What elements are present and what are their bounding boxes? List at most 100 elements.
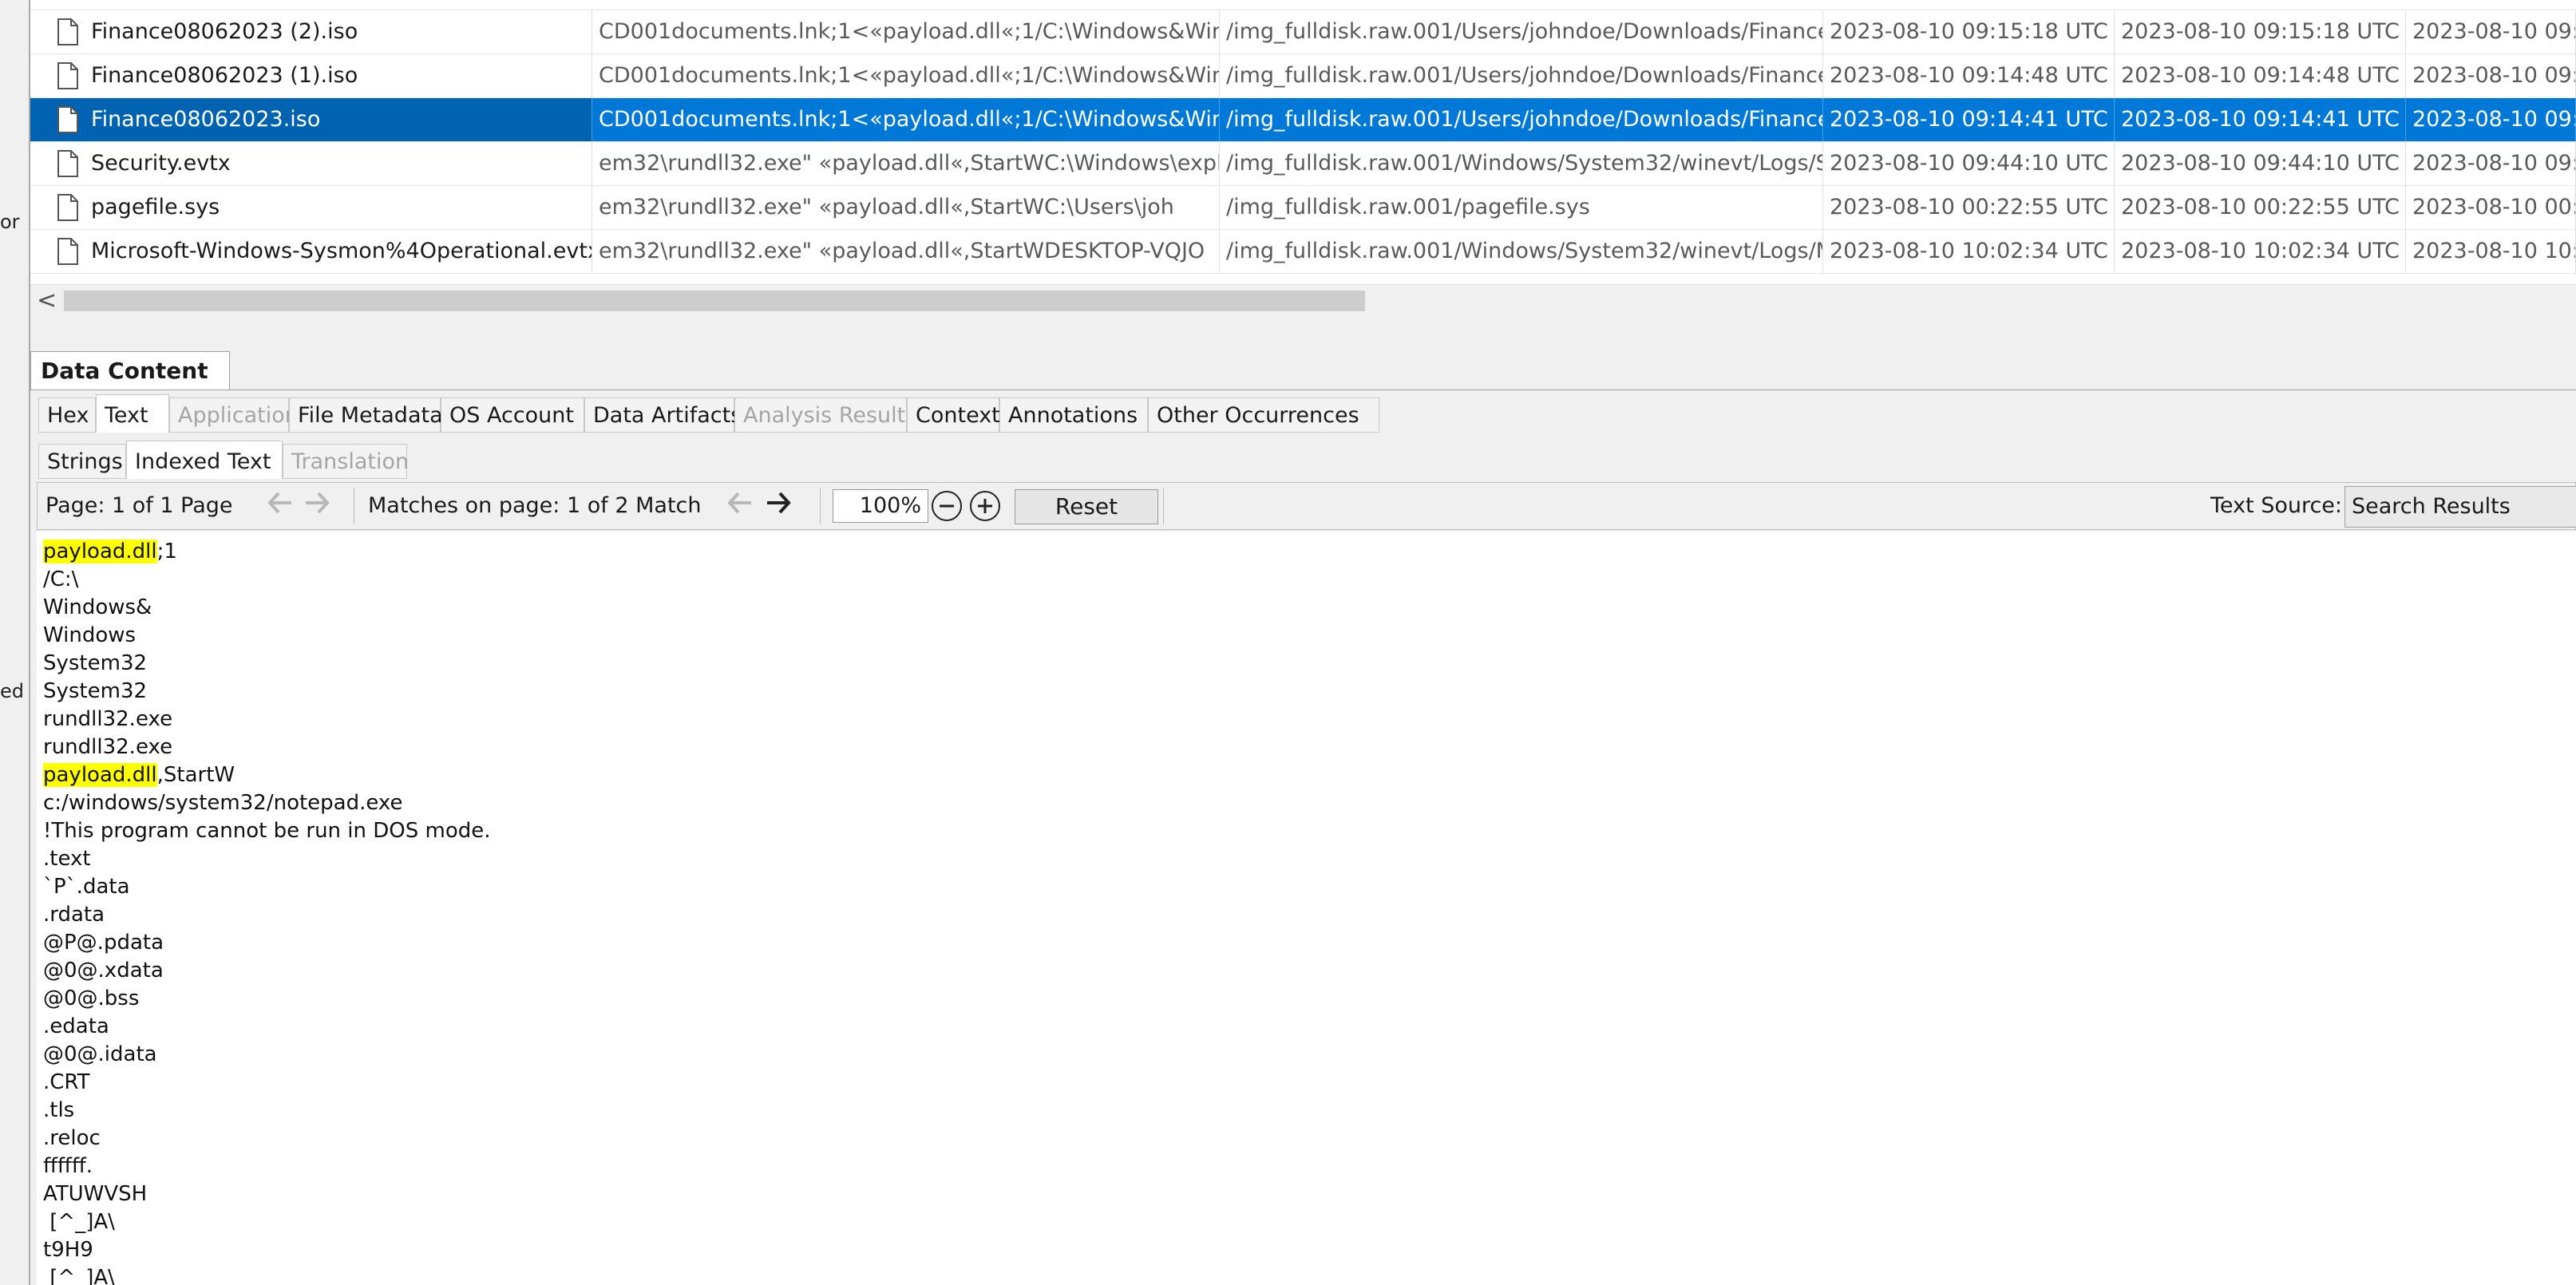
cell-path: /img_fulldisk.raw.001/Users/johndoe/Down… xyxy=(1220,10,1823,53)
file-icon xyxy=(57,62,78,89)
search-hit-highlight: payload.dll xyxy=(43,763,157,787)
text-line: [^_]A\ xyxy=(43,1264,115,1285)
table-row[interactable]: Finance08062023 (1).iso CD001documents.ln… xyxy=(30,54,2576,98)
text-line: t9H9 xyxy=(43,1236,93,1264)
cell-t1: 2023-08-10 10:02:34 UTC xyxy=(1823,230,2115,273)
toolbar-separator xyxy=(1163,488,1164,524)
text-segment: rundll32.exe xyxy=(43,735,173,759)
text-line: rundll32.exe xyxy=(43,733,172,761)
tab-application: Application xyxy=(169,397,299,433)
tab-context[interactable]: Context xyxy=(907,397,1000,433)
text-line: payload.dll;1 xyxy=(43,538,177,566)
tab-data-artifacts[interactable]: Data Artifacts xyxy=(584,397,742,433)
subtab-indexed-text[interactable]: Indexed Text xyxy=(126,441,283,479)
reset-zoom-button[interactable]: Reset xyxy=(1015,489,1158,524)
cell-path: /img_fulldisk.raw.001/Users/johndoe/Down… xyxy=(1220,98,1823,141)
file-icon xyxy=(57,194,78,221)
text-segment: System32 xyxy=(43,651,148,675)
text-line: payload.dll,StartW xyxy=(43,761,235,789)
cell-t1: 2023-08-10 09:14:48 UTC xyxy=(1823,54,2115,97)
cell-context: em32\rundll32.exe" «payload.dll«,StartWD… xyxy=(592,230,1220,273)
subtab-strings[interactable]: Strings xyxy=(38,444,126,479)
subtab-translation: Translation xyxy=(283,444,409,479)
cell-context: em32\rundll32.exe" «payload.dll«,StartWC… xyxy=(592,142,1220,185)
table-row[interactable]: Finance08062023 (2).iso CD001documents.ln… xyxy=(30,10,2576,54)
scroll-left-arrow[interactable]: < xyxy=(37,285,57,317)
zoom-in-icon xyxy=(978,499,992,513)
cell-t3: 2023-08-10 09:14:4 xyxy=(2406,54,2576,97)
text-line: .reloc xyxy=(43,1125,101,1153)
next-match-button[interactable] xyxy=(762,491,794,521)
text-segment: .text xyxy=(43,847,91,871)
table-row[interactable]: Security.evtx em32\rundll32.exe" «payload… xyxy=(30,142,2576,186)
cell-t3: 2023-08-10 09:44:1 xyxy=(2406,142,2576,185)
prev-match-button[interactable] xyxy=(724,491,756,521)
indexed-text-content[interactable]: payload.dll;1/C:\ Windows& Windows System32… xyxy=(37,532,2576,1285)
text-line: c:/windows/system32/notepad.exe xyxy=(43,789,403,817)
splitter[interactable] xyxy=(30,316,2576,353)
zoom-out-icon xyxy=(940,504,954,508)
text-line: /C:\ xyxy=(43,566,78,594)
text-line: `P`.data xyxy=(43,873,130,901)
cell-path: /img_fulldisk.raw.001/Users/johndoe/Down… xyxy=(1220,54,1823,97)
tab-annotations[interactable]: Annotations xyxy=(999,397,1148,433)
file-icon xyxy=(57,150,78,177)
text-line: .CRT xyxy=(43,1069,89,1097)
table-row[interactable] xyxy=(30,0,2576,10)
arrow-right-icon xyxy=(767,492,791,514)
text-line: .tls xyxy=(43,1097,74,1125)
results-table: Finance08062023 (2).iso CD001documents.ln… xyxy=(30,0,2576,284)
left-pane-fragment: or xyxy=(0,211,20,233)
text-segment: ,StartW xyxy=(156,763,235,787)
tab-text[interactable]: Text xyxy=(96,394,169,433)
cell-t3: 2023-08-10 00:22:5 xyxy=(2406,186,2576,229)
text-segment: [^_]A\ xyxy=(43,1266,115,1285)
tab-other-occurrences[interactable]: Other Occurrences xyxy=(1148,397,1379,433)
file-name: Finance08062023.iso xyxy=(91,107,321,132)
next-page-button[interactable] xyxy=(301,491,333,521)
table-row-selected[interactable]: Finance08062023.iso CD001documents.lnk;1<… xyxy=(30,98,2576,142)
text-line: rundll32.exe xyxy=(43,706,172,733)
file-icon xyxy=(57,18,78,45)
zoom-level-field[interactable]: 100% xyxy=(833,489,928,523)
tab-file-metadata[interactable]: File Metadata xyxy=(289,397,443,433)
cell-name: pagefile.sys xyxy=(30,186,592,229)
text-segment: !This program cannot be run in DOS mode. xyxy=(43,819,491,843)
text-source-dropdown[interactable]: Search Results xyxy=(2345,486,2576,528)
table-row[interactable]: pagefile.sys em32\rundll32.exe" «payload.… xyxy=(30,186,2576,230)
text-line: .text xyxy=(43,845,91,873)
tab-os-account[interactable]: OS Account xyxy=(441,397,584,433)
tab-hex[interactable]: Hex xyxy=(38,397,96,433)
file-name: pagefile.sys xyxy=(91,195,220,219)
text-segment: ffffff. xyxy=(43,1154,93,1178)
text-line: @P@.pdata xyxy=(43,929,164,957)
cell-name: Microsoft-Windows-Sysmon%4Operational.ev… xyxy=(30,230,592,273)
text-line: @0@.xdata xyxy=(43,957,164,985)
cell-t2: 2023-08-10 09:15:18 UTC xyxy=(2115,10,2406,53)
zoom-out-button[interactable] xyxy=(932,491,962,521)
cell-t3: 2023-08-10 10:02:3 xyxy=(2406,230,2576,273)
cell-t2: 2023-08-10 09:14:41 UTC xyxy=(2115,98,2406,141)
horizontal-scrollbar[interactable]: < xyxy=(30,284,2576,317)
text-segment: rundll32.exe xyxy=(43,707,173,731)
text-segment: `P`.data xyxy=(43,875,130,899)
text-segment: @0@.xdata xyxy=(43,959,164,983)
text-segment: .CRT xyxy=(43,1070,90,1094)
cell-name: Finance08062023 (1).iso xyxy=(30,54,592,97)
arrow-right-icon xyxy=(306,492,330,514)
page-indicator: Page: 1 of 1 Page xyxy=(46,493,233,518)
table-row[interactable]: Microsoft-Windows-Sysmon%4Operational.ev… xyxy=(30,230,2576,274)
cell-t1: 2023-08-10 09:44:10 UTC xyxy=(1823,142,2115,185)
cell-t1: 2023-08-10 00:22:55 UTC xyxy=(1823,186,2115,229)
data-content-title[interactable]: Data Content xyxy=(30,351,230,390)
left-pane-edge: or ed xyxy=(0,0,30,1285)
text-segment: @0@.bss xyxy=(43,986,140,1010)
text-segment: Windows& xyxy=(43,595,152,619)
scrollbar-thumb[interactable] xyxy=(64,291,1365,311)
arrow-left-icon xyxy=(267,492,291,514)
search-hit-highlight: payload.dll xyxy=(43,540,157,563)
text-line: ffffff. xyxy=(43,1153,93,1180)
prev-page-button[interactable] xyxy=(264,491,296,521)
text-line: [^_]A\ xyxy=(43,1208,115,1236)
zoom-in-button[interactable] xyxy=(970,491,1000,521)
